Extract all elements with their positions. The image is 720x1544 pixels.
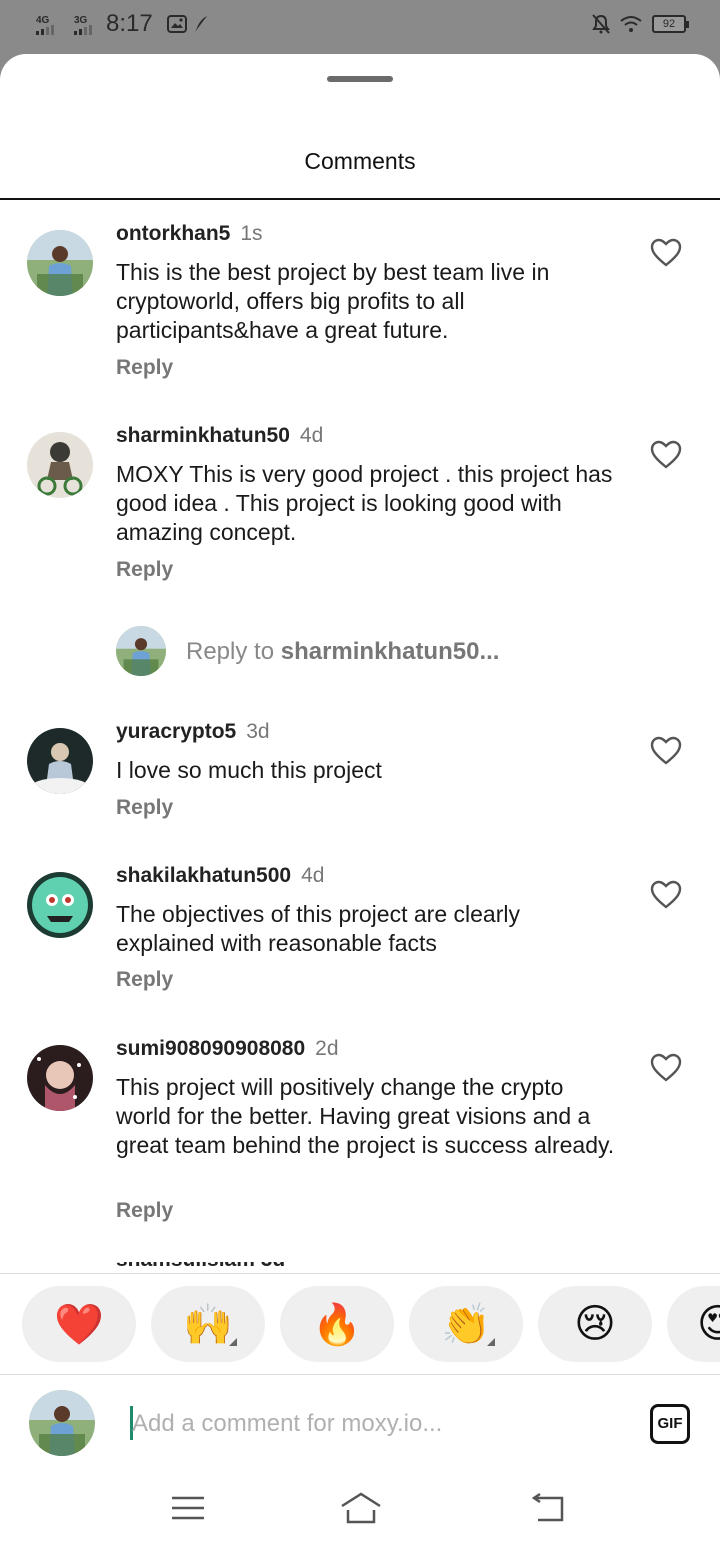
reply-button[interactable]: Reply	[116, 968, 173, 992]
comment-text: I love so much this project	[116, 757, 382, 783]
back-icon[interactable]	[526, 1488, 570, 1528]
signal-icon: 3G	[74, 13, 92, 35]
emoji-button-fire[interactable]: 🔥	[280, 1286, 394, 1362]
avatar	[116, 626, 166, 676]
avatar[interactable]	[27, 230, 93, 296]
comment-username[interactable]: shakilakhatun500	[116, 864, 291, 887]
fire-icon: 🔥	[312, 1301, 362, 1348]
feather-icon	[194, 16, 207, 32]
status-bar: 4G 3G 8:17 92	[0, 0, 720, 52]
emoji-button-raising-hands[interactable]: 🙌	[151, 1286, 265, 1362]
reply-to-prefix: Reply to	[186, 638, 275, 665]
comment-time: 2d	[315, 1037, 339, 1060]
heart-icon[interactable]	[650, 1053, 682, 1083]
comment-username[interactable]: ontorkhan5	[116, 222, 230, 245]
comment-time: 4d	[301, 864, 325, 887]
comment-text: MOXY This is very good project . this pr…	[116, 461, 613, 545]
comment-header: sumi908090908080 2d	[116, 1037, 339, 1061]
red-heart-icon: ❤️	[54, 1301, 104, 1348]
image-icon	[166, 15, 187, 33]
reply-to-username: sharminkhatun50...	[280, 638, 500, 665]
reply-button[interactable]: Reply	[116, 796, 173, 820]
comments-list[interactable]: ontorkhan5 1s This is the best project by…	[0, 200, 720, 1274]
status-right: 92	[592, 14, 689, 34]
heart-icon[interactable]	[650, 238, 682, 268]
heart-icon[interactable]	[650, 880, 682, 910]
comment-time: 1s	[240, 222, 263, 245]
truncated-comment-header: shamsulislam 3d	[116, 1262, 356, 1272]
emoji-button-red-heart[interactable]: ❤️	[22, 1286, 136, 1362]
comment-text: This is the best project by best team li…	[116, 259, 550, 343]
reply-to-text: Reply to sharminkhatun50...	[186, 638, 499, 666]
comment-input[interactable]	[132, 1404, 612, 1444]
skin-tone-indicator	[229, 1338, 237, 1346]
raising-hands-icon: 🙌	[183, 1301, 233, 1348]
emoji-button-crying-face[interactable]: 😢	[538, 1286, 652, 1362]
clapping-hands-icon: 👏	[441, 1301, 491, 1348]
reply-button[interactable]: Reply	[116, 356, 173, 380]
reply-to-row[interactable]: Reply to sharminkhatun50...	[116, 626, 676, 678]
comment-composer: GIF	[0, 1374, 720, 1474]
network-type-1: 4G	[36, 15, 50, 26]
skin-tone-indicator	[487, 1338, 495, 1346]
drag-handle[interactable]	[327, 76, 393, 82]
comment-time: 3d	[246, 720, 270, 743]
emoji-button-heart-eyes[interactable]: 😍	[667, 1286, 720, 1362]
emoji-bar: ❤️ 🙌 🔥 👏 😢 😍	[22, 1286, 720, 1362]
comment-username[interactable]: sumi908090908080	[116, 1037, 305, 1060]
mute-icon	[592, 14, 610, 34]
comment-time: 4d	[299, 424, 324, 447]
avatar[interactable]	[27, 728, 93, 794]
reply-button[interactable]: Reply	[116, 1199, 173, 1223]
signal-icon: 4G	[36, 13, 54, 35]
reply-button[interactable]: Reply	[116, 558, 173, 582]
wifi-icon	[620, 16, 642, 32]
comment-text: The objectives of this project are clear…	[116, 901, 520, 956]
heart-icon[interactable]	[650, 736, 682, 766]
avatar	[29, 1390, 95, 1456]
comment-header: sharminkhatun50 4d	[116, 424, 323, 448]
crying-face-icon: 😢	[574, 1301, 616, 1347]
avatar[interactable]	[27, 432, 93, 498]
comments-sheet: Comments ontorkhan5 1s This is the best p…	[0, 54, 720, 1544]
comment-username[interactable]: sharminkhatun50	[116, 424, 290, 447]
battery-icon: 92	[652, 15, 689, 33]
comment-username[interactable]: yuracrypto5	[116, 720, 236, 743]
home-icon[interactable]	[339, 1488, 383, 1528]
status-time: 8:17	[106, 10, 153, 37]
comment-header: ontorkhan5 1s	[116, 222, 263, 246]
heart-eyes-icon: 😍	[697, 1301, 720, 1347]
system-nav-bar	[0, 1474, 720, 1544]
comment-text: This project will positively change the …	[116, 1074, 615, 1158]
battery-level: 92	[662, 18, 676, 30]
gif-button[interactable]: GIF	[650, 1404, 690, 1444]
emoji-bar-divider	[0, 1273, 720, 1274]
sheet-title: Comments	[304, 148, 416, 174]
avatar[interactable]	[27, 872, 93, 938]
comment-header: shakilakhatun500 4d	[116, 864, 324, 888]
network-type-2: 3G	[74, 15, 88, 26]
menu-icon[interactable]	[166, 1488, 210, 1528]
avatar[interactable]	[27, 1045, 93, 1111]
heart-icon[interactable]	[650, 440, 682, 470]
status-left: 4G 3G 8:17	[36, 10, 209, 38]
comment-header: yuracrypto5 3d	[116, 720, 270, 744]
emoji-button-clapping-hands[interactable]: 👏	[409, 1286, 523, 1362]
